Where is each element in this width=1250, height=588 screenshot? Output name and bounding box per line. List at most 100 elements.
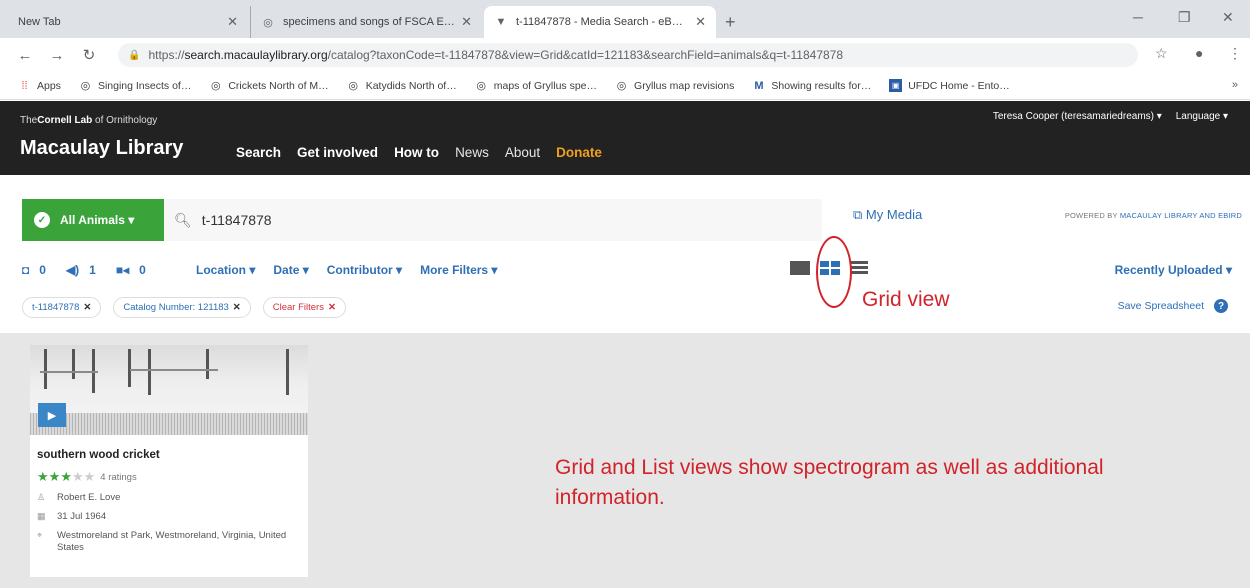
profile-icon[interactable]: ●	[1195, 45, 1203, 61]
recording-location: Westmoreland st Park, Westmoreland, Virg…	[57, 529, 287, 554]
browser-tab-specimens[interactable]: ◎ specimens and songs of FSCA E… ✕	[250, 6, 482, 38]
forward-icon[interactable]: →	[46, 47, 68, 64]
bookmark-label: Showing results for…	[771, 79, 872, 92]
spectrogram-thumbnail[interactable]: ▶	[30, 345, 308, 435]
reload-icon[interactable]: ↻	[78, 46, 100, 64]
chip-label: Catalog Number: 121183	[123, 302, 229, 313]
spectrogram-pulse	[286, 349, 289, 395]
filter-location[interactable]: Location ▾	[196, 263, 255, 277]
save-spreadsheet-link[interactable]: Save Spreadsheet	[1118, 300, 1204, 312]
spectrogram-pulse	[148, 349, 151, 395]
search-input[interactable]: t-11847878	[202, 212, 272, 228]
my-media-link[interactable]: ⧉ My Media	[853, 207, 922, 223]
grid-view-highlight-circle	[816, 236, 852, 308]
speaker-icon: ◀)	[65, 263, 80, 277]
location-pin-icon: ⌖	[37, 529, 43, 540]
minimize-icon[interactable]: ─	[1133, 9, 1143, 25]
bookmark-label: Katydids North of…	[365, 79, 457, 92]
bookmark-label: maps of Gryllus spe…	[493, 79, 598, 92]
result-card[interactable]: ▶ southern wood cricket ★ ★ ★ ★ ★ 4 rati…	[30, 345, 308, 577]
powered-prefix: POWERED BY	[1064, 211, 1120, 220]
recordist-row: ♙ Robert E. Love	[37, 492, 301, 505]
browser-tab-new-tab[interactable]: New Tab ✕	[8, 6, 248, 38]
bookmark-showing-results[interactable]: M Showing results for…	[752, 79, 871, 92]
spectrogram-band	[130, 369, 218, 371]
chip-catalog-number[interactable]: Catalog Number: 121183 ✕	[113, 297, 251, 318]
browser-tab-strip: New Tab ✕ ◎ specimens and songs of FSCA …	[0, 0, 1250, 38]
tab-label: specimens and songs of FSCA E…	[283, 16, 455, 28]
date-row: ▦ 31 Jul 1964	[37, 511, 301, 524]
list-view-icon[interactable]	[850, 261, 870, 275]
remove-chip-icon[interactable]: ✕	[83, 302, 91, 313]
chip-taxon[interactable]: t-11847878 ✕	[22, 297, 102, 318]
apps-grid-icon: ⁞⁞	[21, 79, 28, 92]
spectrogram-pulse	[206, 349, 209, 379]
species-name[interactable]: southern wood cricket	[37, 449, 301, 461]
new-tab-icon[interactable]: +	[725, 12, 736, 33]
nav-donate[interactable]: Donate	[556, 145, 602, 160]
url-field[interactable]: 🔒 https://search.macaulaylibrary.org/cat…	[118, 43, 1138, 67]
filter-dropdowns: Location ▾ Date ▾ Contributor ▾ More Fil…	[196, 263, 515, 277]
language-menu[interactable]: Language ▾	[1176, 111, 1228, 122]
nav-about[interactable]: About	[505, 145, 540, 160]
more-bookmarks-icon[interactable]: »	[1232, 79, 1238, 91]
browser-tab-media-search[interactable]: ▼ t-11847878 - Media Search - eB… ✕	[484, 6, 716, 38]
bookmarks-bar: ⁞⁞ Apps ◎ Singing Insects of… ◎ Crickets No…	[0, 72, 1250, 100]
filter-date[interactable]: Date ▾	[273, 263, 308, 277]
bookmark-apps[interactable]: ⁞⁞ Apps	[18, 79, 61, 92]
star-icon: ★	[60, 469, 72, 484]
star-icon: ★	[48, 469, 61, 484]
close-tab-icon[interactable]: ✕	[227, 14, 238, 30]
tab-label: New Tab	[18, 16, 61, 28]
photo-count[interactable]: ◘ 0	[22, 263, 56, 277]
macaulay-library-brand[interactable]: Macaulay Library	[20, 137, 183, 160]
bookmark-singing-insects[interactable]: ◎ Singing Insects of…	[79, 79, 192, 93]
audio-count[interactable]: ◀) 1	[66, 263, 106, 277]
restore-icon[interactable]: ❐	[1178, 9, 1191, 26]
lab-suffix: of Ornithology	[95, 115, 158, 126]
close-tab-icon[interactable]: ✕	[461, 14, 472, 30]
my-media-label: My Media	[865, 207, 923, 222]
spectrogram-pulse	[128, 349, 131, 387]
sort-dropdown[interactable]: Recently Uploaded ▾	[1115, 263, 1232, 277]
clear-filters-button[interactable]: Clear Filters ✕	[262, 297, 346, 318]
camera-icon: ◘	[22, 263, 30, 277]
taxon-dropdown-button[interactable]: ✓ All Animals ▾	[22, 199, 164, 241]
close-tab-icon[interactable]: ✕	[695, 14, 706, 30]
bookmark-gryllus-revisions[interactable]: ◎ Gryllus map revisions	[615, 79, 735, 93]
nav-get-involved[interactable]: Get involved	[297, 145, 378, 160]
nav-search[interactable]: Search	[236, 145, 281, 160]
rating: ★ ★ ★ ★ ★ 4 ratings	[37, 469, 301, 485]
filter-contributor[interactable]: Contributor ▾	[327, 263, 402, 277]
bookmark-gryllus-maps[interactable]: ◎ maps of Gryllus spe…	[475, 79, 598, 93]
bookmark-katydids[interactable]: ◎ Katydids North of…	[347, 79, 457, 93]
tile-view-icon[interactable]	[790, 261, 810, 275]
url-path: /catalog?taxonCode=t-11847878&view=Grid&…	[327, 48, 844, 62]
site-header: TheCornell Lab of Ornithology Macaulay L…	[0, 101, 1250, 175]
nav-how-to[interactable]: How to	[394, 145, 439, 160]
cornell-lab-logo[interactable]: TheCornell Lab of Ornithology	[20, 115, 157, 126]
filter-more[interactable]: More Filters ▾	[420, 263, 497, 277]
back-icon[interactable]: ←	[14, 47, 36, 64]
spectrogram-pulse	[44, 349, 47, 389]
user-area: Teresa Cooper (teresamariedreams) ▾ Lang…	[993, 111, 1228, 122]
play-icon[interactable]: ▶	[38, 403, 66, 427]
grid-view-annotation: Grid view	[862, 288, 950, 311]
save-spreadsheet: Save Spreadsheet ?	[1118, 299, 1228, 313]
user-menu[interactable]: Teresa Cooper (teresamariedreams) ▾	[993, 111, 1162, 122]
menu-kebab-icon[interactable]: ⋮	[1228, 45, 1242, 62]
help-icon[interactable]: ?	[1214, 299, 1228, 313]
bookmark-label: Apps	[37, 79, 61, 92]
mw-logo-icon: M	[754, 79, 764, 92]
remove-chip-icon[interactable]: ✕	[233, 302, 241, 313]
location-row: ⌖ Westmoreland st Park, Westmoreland, Vi…	[37, 530, 301, 556]
video-count[interactable]: ■◂ 0	[116, 263, 156, 277]
bookmark-star-icon[interactable]: ☆	[1155, 45, 1168, 62]
nav-news[interactable]: News	[455, 145, 489, 160]
close-window-icon[interactable]: ✕	[1222, 9, 1234, 26]
bookmark-ufdc[interactable]: ▣ UFDC Home - Ento…	[889, 79, 1010, 92]
chip-label: t-11847878	[32, 302, 80, 313]
bookmark-crickets[interactable]: ◎ Crickets North of M…	[209, 79, 329, 93]
globe-icon: ◎	[80, 80, 91, 92]
powered-links[interactable]: MACAULAY LIBRARY AND EBIRD	[1120, 211, 1242, 220]
